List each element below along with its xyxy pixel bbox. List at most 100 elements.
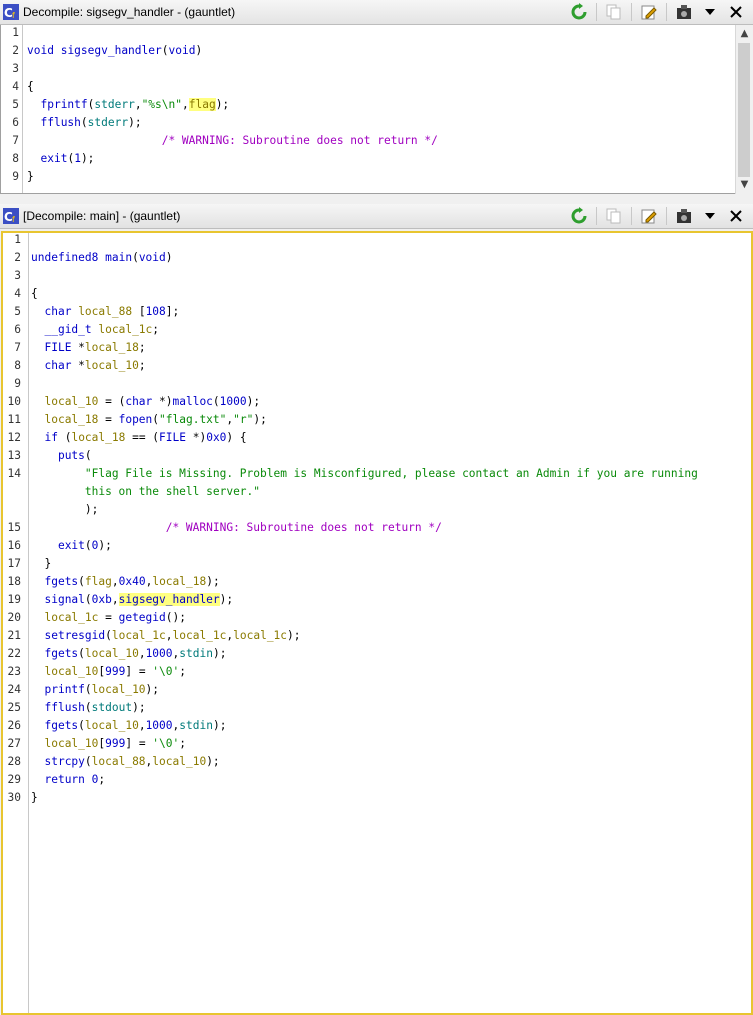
menu-dropdown-icon[interactable]	[699, 206, 721, 226]
code-line[interactable]: fgets(local_10,1000,stdin);	[31, 647, 226, 660]
code-line[interactable]: local_1c = getegid();	[31, 611, 185, 624]
line-number: 25	[7, 701, 21, 714]
edit-icon[interactable]	[638, 206, 660, 226]
panel-divider[interactable]	[0, 196, 753, 204]
copy-icon[interactable]	[603, 206, 625, 226]
panel-title: Decompile: sigsegv_handler - (gauntlet)	[23, 5, 236, 19]
code-line[interactable]: char local_88 [108];	[31, 305, 179, 318]
decompile-panel-sigsegv: C f Decompile: sigsegv_handler - (gauntl…	[0, 0, 753, 196]
line-number: 3	[12, 62, 19, 75]
scroll-down-icon[interactable]: ▼	[736, 177, 753, 193]
code-line[interactable]: fgets(flag,0x40,local_18);	[31, 575, 219, 588]
snapshot-icon[interactable]	[673, 206, 695, 226]
code-line[interactable]: {	[31, 287, 38, 300]
line-number: 13	[7, 449, 21, 462]
decompile-panel-main: C f [Decompile: main] - (gauntlet) 1 2 u…	[0, 204, 753, 1015]
line-number: 7	[12, 134, 19, 147]
code-line[interactable]: setresgid(local_1c,local_1c,local_1c);	[31, 629, 300, 642]
close-icon[interactable]	[725, 2, 747, 22]
toolbar-separator	[666, 207, 667, 225]
svg-text:f: f	[12, 11, 15, 20]
copy-icon[interactable]	[603, 2, 625, 22]
code-line[interactable]: }	[31, 557, 51, 570]
line-number: 10	[7, 395, 21, 408]
code-line[interactable]: undefined8 main(void)	[31, 251, 173, 264]
line-number: 5	[14, 305, 21, 318]
line-number: 5	[12, 98, 19, 111]
code-line[interactable]: strcpy(local_88,local_10);	[31, 755, 219, 768]
line-number: 22	[7, 647, 21, 660]
line-number: 14	[7, 467, 21, 480]
line-number: 4	[12, 80, 19, 93]
decompile-icon: C f	[3, 4, 19, 20]
code-string[interactable]: this on the shell server."	[31, 485, 260, 498]
line-number: 17	[7, 557, 21, 570]
line-number: 30	[7, 791, 21, 804]
svg-text:f: f	[12, 215, 15, 224]
code-comment[interactable]: /* WARNING: Subroutine does not return *…	[31, 521, 442, 534]
snapshot-icon[interactable]	[673, 2, 695, 22]
line-number: 19	[7, 593, 21, 606]
code-line[interactable]: printf(local_10);	[31, 683, 159, 696]
code-line[interactable]: fflush(stdout);	[31, 701, 145, 714]
code-line[interactable]: void sigsegv_handler(void)	[27, 44, 202, 57]
line-number: 27	[7, 737, 21, 750]
line-number: 29	[7, 773, 21, 786]
decompile-icon: C f	[3, 208, 19, 224]
scroll-up-icon[interactable]: ▲	[736, 26, 753, 42]
code-string[interactable]: "Flag File is Missing. Problem is Miscon…	[31, 467, 698, 480]
code-line[interactable]: fprintf(stderr,"%s\n",flag);	[27, 98, 229, 111]
line-number: 26	[7, 719, 21, 732]
code-line[interactable]: signal(0xb,sigsegv_handler);	[31, 593, 233, 606]
line-number: 11	[7, 413, 21, 426]
code-line[interactable]: fgets(local_10,1000,stdin);	[31, 719, 226, 732]
toolbar-separator	[666, 3, 667, 21]
line-number: 7	[14, 341, 21, 354]
code-line[interactable]: local_10[999] = '\0';	[31, 737, 186, 750]
line-number: 15	[7, 521, 21, 534]
line-number: 9	[12, 170, 19, 183]
vertical-scrollbar[interactable]: ▲ ▼	[735, 25, 753, 194]
line-number: 1	[12, 26, 19, 39]
refresh-icon[interactable]	[568, 2, 590, 22]
code-line[interactable]: local_18 = fopen("flag.txt","r");	[31, 413, 266, 426]
code-line[interactable]: }	[31, 791, 38, 804]
code-view[interactable]: 1 2 undefined8 main(void) 3 4 { 5 char loc…	[1, 231, 753, 1015]
edit-icon[interactable]	[638, 2, 660, 22]
code-line[interactable]: return 0;	[31, 773, 105, 786]
code-line[interactable]: local_10 = (char *)malloc(1000);	[31, 395, 260, 408]
code-line[interactable]: {	[27, 80, 34, 93]
line-number: 8	[14, 359, 21, 372]
toolbar-separator	[631, 207, 632, 225]
toolbar-separator	[631, 3, 632, 21]
panel-titlebar: C f [Decompile: main] - (gauntlet)	[0, 204, 753, 229]
code-line[interactable]: if (local_18 == (FILE *)0x0) {	[31, 431, 246, 444]
code-view[interactable]: 1 2 void sigsegv_handler(void) 3 4 { 5 fpr…	[0, 25, 737, 194]
refresh-icon[interactable]	[568, 206, 590, 226]
line-number: 18	[7, 575, 21, 588]
line-number: 21	[7, 629, 21, 642]
line-number: 4	[14, 287, 21, 300]
code-line[interactable]: __gid_t local_1c;	[31, 323, 159, 336]
line-number: 2	[12, 44, 19, 57]
code-line[interactable]: );	[31, 503, 98, 516]
scrollbar-thumb[interactable]	[738, 43, 750, 177]
panel-titlebar: C f Decompile: sigsegv_handler - (gauntl…	[0, 0, 753, 25]
code-line[interactable]: }	[27, 170, 34, 183]
code-line[interactable]: fflush(stderr);	[27, 116, 141, 129]
code-comment[interactable]: /* WARNING: Subroutine does not return *…	[27, 134, 438, 147]
panel-title: [Decompile: main] - (gauntlet)	[23, 209, 181, 223]
line-number: 6	[14, 323, 21, 336]
menu-dropdown-icon[interactable]	[699, 2, 721, 22]
close-icon[interactable]	[725, 206, 747, 226]
line-number: 3	[14, 269, 21, 282]
line-number: 23	[7, 665, 21, 678]
code-line[interactable]: exit(0);	[31, 539, 112, 552]
line-number: 8	[12, 152, 19, 165]
code-line[interactable]: char *local_10;	[31, 359, 145, 372]
code-line[interactable]: exit(1);	[27, 152, 94, 165]
code-line[interactable]: FILE *local_18;	[31, 341, 145, 354]
line-number: 28	[7, 755, 21, 768]
code-line[interactable]: puts(	[31, 449, 92, 462]
code-line[interactable]: local_10[999] = '\0';	[31, 665, 186, 678]
